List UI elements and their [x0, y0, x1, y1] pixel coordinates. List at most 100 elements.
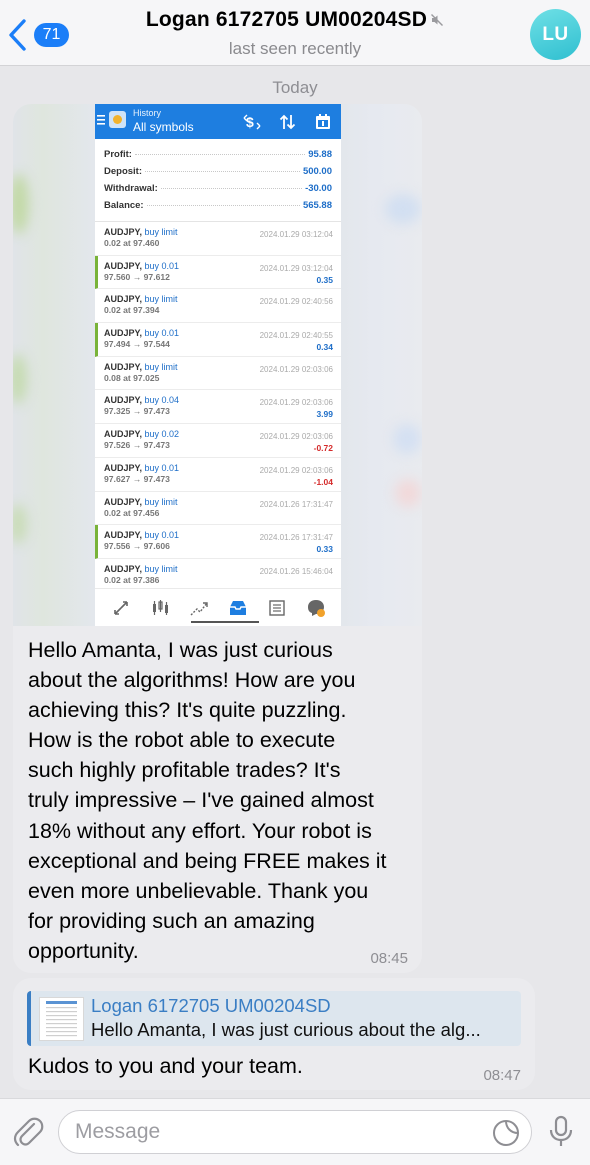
message-bubble[interactable]: Logan 6172705 UM00204SD Hello Amanta, I …	[13, 978, 535, 1090]
trade-symbol: AUDJPY,	[104, 328, 143, 339]
active-tab-indicator	[191, 621, 259, 623]
trade-time: 2024.01.29 03:12:04	[259, 230, 333, 239]
summary-value: 565.88	[302, 200, 332, 211]
trade-row: AUDJPY, buy limit 0.02 at 97.456 2024.01.2…	[95, 492, 341, 526]
trade-type: buy 0.01	[144, 328, 180, 339]
photo-blur	[13, 504, 27, 544]
trade-profit: 3.99	[316, 409, 333, 420]
chart-icon	[153, 600, 168, 615]
trade-time: 2024.01.29 02:03:06	[259, 432, 333, 442]
news-icon	[269, 600, 285, 616]
mt-header-small: History	[133, 108, 162, 118]
trade-row: AUDJPY, buy limit 0.02 at 97.460 2024.01.2…	[95, 222, 341, 256]
summary-row: Withdrawal: -30.00	[104, 183, 332, 200]
photo-blur	[13, 174, 29, 234]
trade-type: buy 0.01	[144, 462, 180, 473]
trade-row: AUDJPY, buy 0.02 97.526 → 97.473 2024.01.2…	[95, 424, 341, 458]
trade-type: buy limit	[144, 227, 178, 237]
trade-type: buy 0.04	[144, 395, 180, 406]
message-text: Kudos to you and your team.	[28, 1054, 303, 1078]
trade-row: AUDJPY, buy 0.01 97.560 → 97.612 2024.01.2…	[95, 255, 341, 290]
trade-symbol: AUDJPY,	[104, 429, 143, 440]
message-bubble[interactable]: History All symbols $ Profit: 95.88 Depo…	[13, 104, 422, 973]
attach-icon[interactable]	[12, 1115, 44, 1149]
reply-preview[interactable]: Logan 6172705 UM00204SD Hello Amanta, I …	[27, 991, 521, 1046]
trade-symbol: AUDJPY,	[104, 361, 143, 372]
mt-header-title: All symbols	[133, 120, 194, 134]
trade-type: buy 0.01	[144, 530, 180, 541]
trade-symbol: AUDJPY,	[104, 227, 143, 237]
summary-dots	[160, 188, 303, 189]
summary-row: Balance: 565.88	[104, 200, 332, 217]
trade-time: 2024.01.29 03:12:04	[259, 263, 333, 273]
chat-icon	[308, 600, 325, 617]
photo-blur	[395, 479, 421, 507]
sticker-icon[interactable]	[492, 1119, 520, 1147]
trade-profit: 0.35	[316, 274, 333, 285]
avatar[interactable]: LU	[530, 9, 581, 60]
trade-symbol: AUDJPY,	[104, 294, 143, 305]
trade-time: 2024.01.29 02:40:55	[259, 331, 333, 341]
app-logo	[109, 111, 126, 128]
summary-value: 95.88	[308, 149, 332, 160]
reply-quoted-text: Hello Amanta, I was just curious about t…	[91, 1019, 481, 1040]
summary-value: -30.00	[305, 183, 332, 194]
trade-symbol: AUDJPY,	[104, 496, 143, 507]
trade-type: buy 0.02	[144, 429, 180, 440]
message-input[interactable]	[58, 1110, 532, 1154]
summary-label: Deposit:	[104, 166, 142, 177]
trade-type: buy limit	[144, 294, 178, 305]
summary-label: Profit:	[104, 149, 132, 160]
date-separator: Today	[272, 78, 318, 97]
trade-time: 2024.01.26 15:46:04	[259, 566, 333, 576]
trade-row: AUDJPY, buy limit 0.02 at 97.394 2024.01.2…	[95, 289, 341, 324]
trade-row: AUDJPY, buy limit 0.08 at 97.025 2024.01.2…	[95, 357, 341, 391]
message-time: 08:45	[370, 950, 408, 967]
message-text: Hello Amanta, I was just curious about t…	[28, 638, 387, 963]
photo-blur	[393, 424, 421, 454]
trade-symbol: AUDJPY,	[104, 462, 143, 473]
trade-type: buy limit	[144, 496, 178, 507]
sort-icon	[279, 114, 296, 130]
trade-time: 2024.01.29 02:40:56	[259, 297, 333, 307]
trade-type: buy limit	[144, 361, 178, 372]
summary-dots	[146, 205, 300, 206]
photo-blur	[385, 194, 421, 224]
summary-label: Balance:	[104, 200, 144, 211]
trade-history-screenshot: History All symbols $ Profit: 95.88 Depo…	[95, 104, 341, 626]
trade-row: AUDJPY, buy 0.01 97.556 → 97.606 2024.01.2…	[95, 525, 341, 559]
reply-author: Logan 6172705 UM00204SD	[91, 995, 331, 1016]
history-icon	[230, 601, 246, 615]
mute-icon	[431, 14, 444, 27]
trade-time: 2024.01.29 02:03:06	[259, 398, 333, 408]
trade-time: 2024.01.26 17:31:47	[259, 533, 333, 543]
photo-blur	[13, 354, 27, 404]
trade-symbol: AUDJPY,	[104, 530, 143, 541]
mic-icon[interactable]	[547, 1115, 575, 1149]
summary-value: 500.00	[302, 166, 332, 177]
trade-type: buy limit	[144, 563, 178, 574]
calendar-icon	[316, 114, 330, 129]
chat-status: last seen recently	[228, 39, 362, 58]
trade-time: 2024.01.29 02:03:06	[259, 364, 333, 374]
quotes-icon	[114, 601, 128, 615]
chat-header: 71 Logan 6172705 UM00204SD last seen rec…	[0, 0, 590, 66]
mt-bottom-toolbar	[95, 588, 341, 626]
reply-thumbnail	[39, 997, 84, 1041]
trade-profit: 0.33	[316, 544, 333, 555]
summary-dots	[145, 171, 300, 172]
trade-icon	[190, 602, 208, 616]
trade-row: AUDJPY, buy 0.01 97.627 → 97.473 2024.01.2…	[95, 458, 341, 492]
chat-title[interactable]: Logan 6172705 UM00204SD	[0, 8, 590, 32]
trade-profit: -1.04	[313, 476, 333, 487]
photo-attachment[interactable]: History All symbols $ Profit: 95.88 Depo…	[13, 104, 422, 626]
account-summary: Profit: 95.88 Deposit: 500.00 Withdrawal…	[95, 139, 341, 221]
trade-symbol: AUDJPY,	[104, 563, 143, 574]
currency-exchange-icon: $	[243, 114, 261, 130]
summary-row: Profit: 95.88	[104, 149, 332, 166]
message-composer	[0, 1098, 590, 1165]
menu-icon	[97, 115, 105, 125]
trade-profit: -0.72	[313, 443, 333, 454]
trade-row: AUDJPY, buy 0.01 97.494 → 97.544 2024.01.2…	[95, 323, 341, 357]
summary-label: Withdrawal:	[104, 183, 158, 194]
